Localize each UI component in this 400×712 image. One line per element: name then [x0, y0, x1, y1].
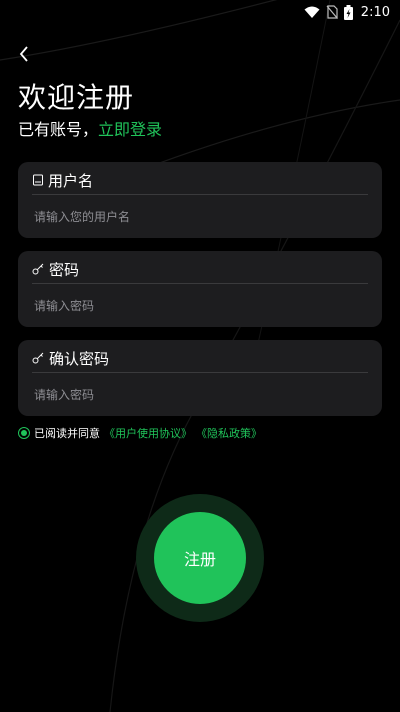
- register-button[interactable]: 注册: [154, 512, 246, 604]
- user-agreement-link[interactable]: 《用户使用协议》: [104, 425, 192, 441]
- chevron-left-icon: [19, 46, 28, 62]
- register-screen: 2:10 欢迎注册 已有账号，立即登录 用户名 请输入您的用户名 密码 确认密码…: [0, 0, 400, 712]
- battery-charging-icon: [343, 4, 353, 20]
- subtitle-prefix: 已有账号，: [18, 120, 99, 139]
- username-label: 用户名: [48, 172, 94, 190]
- confirm-password-card: 确认密码: [18, 340, 382, 416]
- confirm-password-label: 确认密码: [49, 350, 110, 368]
- back-button[interactable]: [10, 40, 38, 68]
- username-label-row: 用户名: [32, 170, 93, 191]
- agreement-row: 已阅读并同意 《用户使用协议》 《隐私政策》: [18, 425, 262, 441]
- confirm-password-input[interactable]: [32, 380, 368, 410]
- radio-checked-dot: [21, 430, 27, 436]
- agreement-radio[interactable]: [18, 427, 30, 439]
- divider: [32, 194, 368, 195]
- confirm-password-label-row: 确认密码: [32, 348, 109, 369]
- password-card: 密码: [18, 251, 382, 327]
- divider: [32, 372, 368, 373]
- page-title: 欢迎注册: [18, 81, 135, 114]
- login-link[interactable]: 立即登录: [98, 120, 162, 139]
- status-time: 2:10: [360, 4, 390, 20]
- divider: [32, 283, 368, 284]
- key-icon: [32, 350, 45, 368]
- wifi-icon: [304, 6, 320, 19]
- subtitle: 已有账号，立即登录: [18, 116, 162, 140]
- password-input[interactable]: [32, 291, 368, 321]
- key-icon: [32, 261, 45, 279]
- id-card-icon: [32, 172, 44, 190]
- password-label: 密码: [49, 261, 80, 279]
- privacy-policy-link[interactable]: 《隐私政策》: [196, 425, 262, 441]
- password-label-row: 密码: [32, 259, 79, 280]
- no-sim-icon: [326, 5, 338, 19]
- agreement-prefix: 已阅读并同意: [34, 427, 100, 440]
- status-bar: 2:10: [0, 0, 400, 24]
- username-input[interactable]: [32, 202, 368, 232]
- username-card: 用户名: [18, 162, 382, 238]
